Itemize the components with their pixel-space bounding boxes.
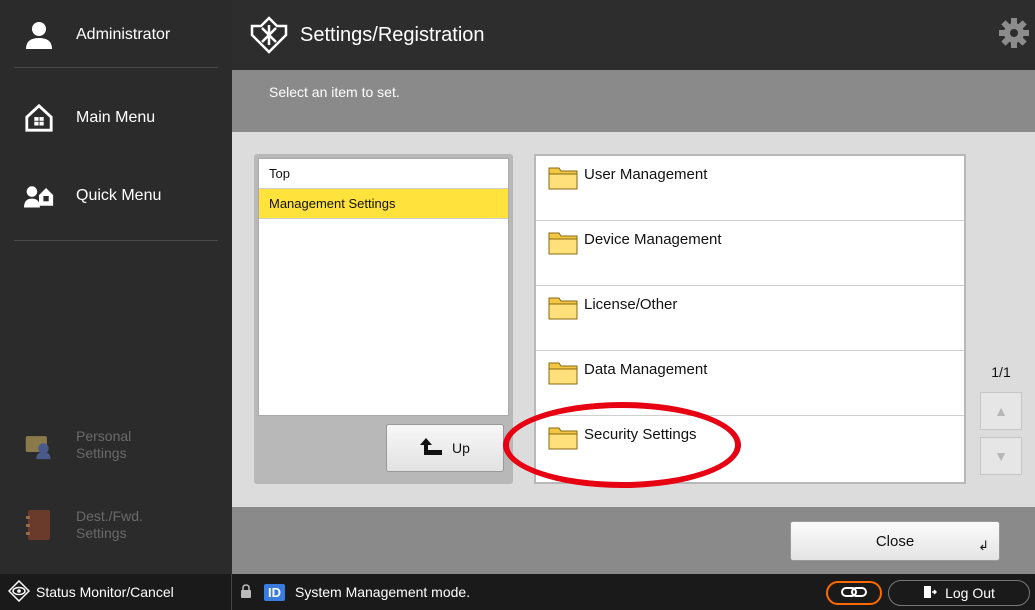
header: Settings/Registration — [232, 0, 1035, 70]
main-area: Top Management Settings Up User Manageme… — [232, 132, 1035, 507]
link-button[interactable] — [826, 581, 882, 605]
link-icon — [841, 585, 867, 601]
instruction-band: Select an item to set. — [232, 70, 1035, 132]
sidebar-divider — [14, 240, 218, 241]
scroll-down-button[interactable]: ▼ — [980, 437, 1022, 475]
quick-menu-icon — [24, 181, 54, 211]
home-icon — [24, 103, 54, 133]
tree-list: Top Management Settings — [258, 158, 509, 416]
user-label: Administrator — [76, 26, 171, 43]
dest-settings-label: Dest./Fwd. Settings — [76, 508, 143, 542]
sidebar: Administrator Main Menu Quick Menu Perso… — [0, 0, 232, 574]
triangle-down-icon: ▼ — [994, 448, 1008, 464]
sidebar-item-quick-menu[interactable]: Quick Menu — [0, 174, 232, 218]
personal-settings-line1: Personal — [76, 428, 132, 444]
tree-panel: Top Management Settings Up — [254, 154, 513, 484]
list-item-device-management[interactable]: Device Management — [536, 221, 964, 286]
sidebar-item-label: Quick Menu — [76, 187, 162, 204]
status-monitor-icon — [7, 579, 31, 605]
page-title: Settings/Registration — [300, 23, 485, 46]
folder-icon — [548, 164, 578, 190]
up-arrow-icon — [420, 437, 443, 459]
status-bar: Status Monitor/Cancel ID System Manageme… — [0, 574, 1035, 610]
user-icon — [24, 20, 54, 50]
page-indicator: 1/1 — [991, 364, 1011, 380]
id-badge-icon: ID — [264, 583, 285, 601]
gear-icon[interactable] — [999, 18, 1029, 48]
personal-settings-icon — [24, 430, 54, 460]
logout-icon — [923, 585, 938, 602]
system-message: ID System Management mode. — [240, 574, 470, 610]
sidebar-item-label: Main Menu — [76, 109, 156, 126]
user-account[interactable]: Administrator — [0, 14, 232, 56]
triangle-up-icon: ▲ — [994, 403, 1008, 419]
folder-icon — [548, 229, 578, 255]
up-button-label: Up — [452, 440, 470, 456]
sidebar-item-dest-fwd-settings[interactable]: Dest./Fwd. Settings — [0, 505, 232, 545]
personal-settings-line2: Settings — [76, 445, 127, 461]
logout-label: Log Out — [945, 585, 995, 601]
list-item-label: User Management — [584, 166, 708, 183]
list-item-user-management[interactable]: User Management — [536, 156, 964, 221]
sidebar-divider — [14, 67, 218, 68]
address-book-icon — [24, 510, 54, 540]
status-monitor-button[interactable]: Status Monitor/Cancel — [0, 574, 232, 610]
folder-icon — [548, 424, 578, 450]
list-item-label: License/Other — [584, 296, 678, 313]
settings-registration-icon — [250, 16, 288, 54]
list-item-label: Security Settings — [584, 426, 697, 443]
instruction-text: Select an item to set. — [269, 84, 400, 100]
bottom-band: Close ↲ — [232, 507, 1035, 574]
personal-settings-label: Personal Settings — [76, 428, 131, 462]
status-monitor-label: Status Monitor/Cancel — [36, 584, 174, 600]
folder-icon — [548, 294, 578, 320]
system-message-text: System Management mode. — [295, 584, 471, 600]
close-button[interactable]: Close ↲ — [790, 521, 1000, 561]
dest-settings-line1: Dest./Fwd. — [76, 508, 143, 524]
logout-button[interactable]: Log Out — [888, 580, 1030, 606]
list-item-security-settings[interactable]: Security Settings — [536, 416, 964, 481]
list-item-data-management[interactable]: Data Management — [536, 351, 964, 416]
folder-icon — [548, 359, 578, 385]
list-item-label: Data Management — [584, 361, 708, 378]
settings-item-list: User Management Device Management Licens… — [534, 154, 966, 484]
tree-item-management-settings[interactable]: Management Settings — [259, 189, 508, 219]
enter-icon: ↲ — [978, 538, 989, 553]
list-item-label: Device Management — [584, 231, 722, 248]
tree-item-top[interactable]: Top — [259, 159, 508, 189]
lock-icon — [240, 583, 252, 601]
sidebar-item-personal-settings[interactable]: Personal Settings — [0, 425, 232, 465]
sidebar-item-main-menu[interactable]: Main Menu — [0, 96, 232, 140]
scroll-up-button[interactable]: ▲ — [980, 392, 1022, 430]
list-item-license-other[interactable]: License/Other — [536, 286, 964, 351]
up-button[interactable]: Up — [386, 424, 504, 472]
close-button-label: Close — [875, 532, 915, 550]
dest-settings-line2: Settings — [76, 525, 127, 541]
